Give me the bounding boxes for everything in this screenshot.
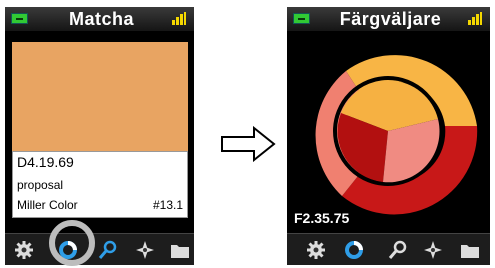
color-description: proposal [17,178,64,192]
color-code: F2.35.75 [294,210,350,226]
search-icon[interactable] [388,240,408,260]
screen-title: Matcha [68,9,134,29]
color-wheel-icon[interactable] [344,240,364,260]
color-wheel[interactable] [287,31,490,221]
compass-icon[interactable] [135,240,155,260]
settings-icon[interactable] [14,240,34,260]
battery-icon [293,13,310,24]
highlight-circle [49,220,95,266]
folder-icon[interactable] [170,240,190,260]
device-color-picker: Färgväljare F2.35.75 [287,7,490,265]
search-icon[interactable] [98,240,118,260]
color-info-panel: D4.19.69 proposal Miller Color #13.1 [12,151,188,218]
signal-icon [172,12,186,25]
signal-icon [468,12,482,25]
screen-title: Färgväljare [339,9,442,29]
compass-icon[interactable] [423,240,443,260]
battery-icon [11,13,28,24]
settings-icon[interactable] [306,240,326,260]
bottom-toolbar [287,233,490,265]
color-number: #13.1 [152,198,183,212]
status-bar: Matcha [5,7,194,31]
arrow-right-icon [221,126,276,162]
color-code: D4.19.69 [17,154,74,170]
device-matcha: Matcha D4.19.69 proposal Miller Color #1… [5,7,194,265]
color-brand: Miller Color [17,198,78,212]
folder-icon[interactable] [460,240,480,260]
color-swatch [12,42,188,151]
bottom-toolbar [5,233,194,265]
status-bar: Färgväljare [287,7,490,31]
